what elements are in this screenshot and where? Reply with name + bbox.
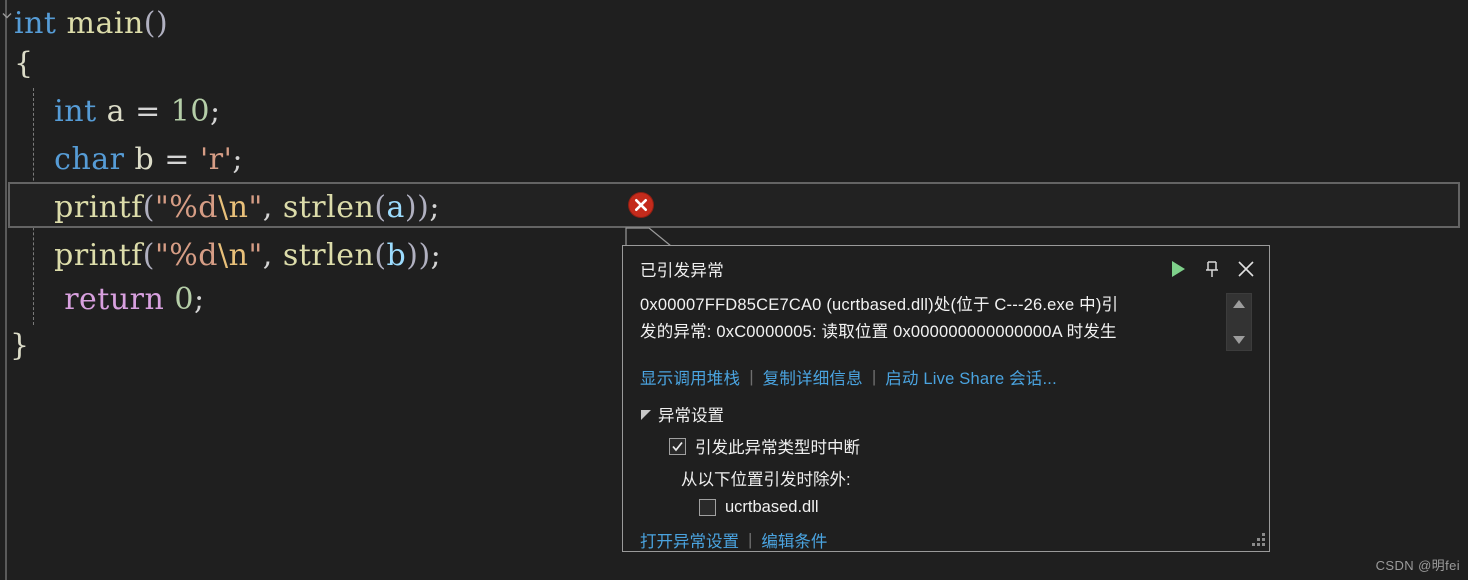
module-exclusion-checkbox[interactable] (699, 499, 716, 516)
break-when-thrown-label: 引发此异常类型时中断 (695, 439, 860, 457)
line-int-a: int a = 10; (14, 88, 221, 136)
pin-icon[interactable] (1195, 253, 1229, 285)
exception-settings-section: 异常设置 引发此异常类型时中断 从以下位置引发时除外: ucrtbased.dl… (640, 402, 1252, 517)
line-main-signature: int main() (14, 0, 168, 48)
exception-message: 0x00007FFD85CE7CA0 (ucrtbased.dll)处(位于 C… (640, 292, 1226, 346)
code-token: " (248, 238, 263, 273)
line-printf-a: printf("%d\n", strlen(a)); (14, 184, 440, 232)
scroll-up-arrow-icon[interactable] (1232, 299, 1246, 309)
dialog-footer-links: 打开异常设置 | 编辑条件 (640, 528, 1252, 552)
code-token: )) (404, 190, 430, 225)
triangle-expanded-icon[interactable] (640, 408, 653, 421)
code-token: ( (142, 238, 155, 273)
exception-message-line-2: 发的异常: 0xC0000005: 读取位置 0x000000000000000… (640, 323, 1117, 341)
exception-settings-header[interactable]: 异常设置 (640, 402, 1252, 426)
code-token: ; (430, 238, 442, 273)
code-token: a (386, 190, 405, 225)
link-separator-2: | (871, 367, 877, 386)
start-live-share-link[interactable]: 启动 Live Share 会话... (885, 365, 1057, 389)
exception-message-row: 0x00007FFD85CE7CA0 (ucrtbased.dll)处(位于 C… (640, 292, 1252, 351)
edit-conditions-link[interactable]: 编辑条件 (761, 528, 827, 552)
code-token: ( (142, 190, 155, 225)
line-char-b: char b = 'r'; (14, 136, 243, 184)
line-return: return 0; (14, 276, 205, 324)
break-when-thrown-checkbox[interactable] (669, 437, 686, 455)
code-token: ; (209, 94, 221, 129)
line-open-brace: { (14, 40, 34, 88)
code-token: = (164, 142, 190, 177)
module-exclusion-label: ucrtbased.dll (725, 498, 819, 516)
error-circle-x-icon[interactable] (629, 193, 653, 217)
code-token: printf (54, 238, 143, 273)
continue-run-icon[interactable] (1161, 253, 1195, 285)
dialog-title: 已引发异常 (640, 262, 724, 280)
code-token: strlen (282, 238, 375, 273)
message-scrollbar[interactable] (1226, 293, 1252, 351)
break-when-thrown-row[interactable]: 引发此异常类型时中断 (640, 434, 1252, 458)
code-token: strlen (282, 190, 375, 225)
code-token: "%d (155, 238, 219, 273)
open-exception-settings-link[interactable]: 打开异常设置 (640, 528, 739, 552)
code-token: { (14, 46, 34, 81)
dialog-header: 已引发异常 (623, 246, 1269, 292)
code-token: return (64, 282, 165, 317)
code-token: int (14, 6, 57, 41)
scroll-down-arrow-icon[interactable] (1232, 335, 1246, 345)
code-token: ; (232, 142, 243, 177)
code-token: " (248, 190, 263, 225)
module-exclusion-row[interactable]: ucrtbased.dll (640, 498, 1252, 517)
exception-settings-label: 异常设置 (658, 407, 724, 425)
resize-grip-icon[interactable] (1250, 532, 1266, 548)
code-token: int (54, 94, 97, 129)
code-token: ; (429, 190, 440, 225)
code-token: 0 (174, 282, 194, 317)
code-token: , (262, 238, 283, 273)
show-call-stack-link[interactable]: 显示调用堆栈 (640, 365, 740, 389)
code-token: = (135, 94, 161, 129)
code-token: ; (193, 282, 205, 317)
dialog-body: 0x00007FFD85CE7CA0 (ucrtbased.dll)处(位于 C… (623, 292, 1269, 552)
code-token: , (262, 190, 283, 225)
code-token: } (10, 328, 30, 363)
code-token: printf (54, 190, 143, 225)
link-separator-3: | (748, 530, 753, 549)
watermark: CSDN @明fei (1375, 558, 1460, 573)
line-close-brace: } (10, 322, 30, 370)
code-token: )) (406, 238, 431, 273)
code-token: 10 (170, 94, 210, 129)
code-token: ( (374, 190, 387, 225)
code-token: main (66, 6, 144, 41)
line-printf-b: printf("%d\n", strlen(b)); (14, 232, 441, 280)
code-token: 'r' (199, 142, 233, 177)
code-token: \n (218, 238, 249, 273)
except-when-thrown-from-label: 从以下位置引发时除外: (681, 471, 851, 489)
code-token: () (143, 6, 169, 41)
close-icon[interactable] (1229, 253, 1263, 285)
code-token: \n (218, 190, 249, 225)
link-separator-1: | (749, 367, 754, 386)
code-token: "%d (155, 190, 219, 225)
dialog-action-links: 显示调用堆栈 | 复制详细信息 | 启动 Live Share 会话... (640, 365, 1252, 389)
exception-thrown-dialog[interactable]: 已引发异常 0x00007FFD85CE7CA0 (ucrtbased.dll)… (622, 245, 1270, 552)
exception-message-line-1: 0x00007FFD85CE7CA0 (ucrtbased.dll)处(位于 C… (640, 296, 1119, 314)
code-token: ( (374, 238, 387, 273)
code-token: b (386, 238, 407, 273)
code-token: a (96, 94, 136, 129)
code-token: b (124, 142, 165, 177)
copy-details-link[interactable]: 复制详细信息 (763, 365, 863, 389)
code-token: char (54, 142, 125, 177)
